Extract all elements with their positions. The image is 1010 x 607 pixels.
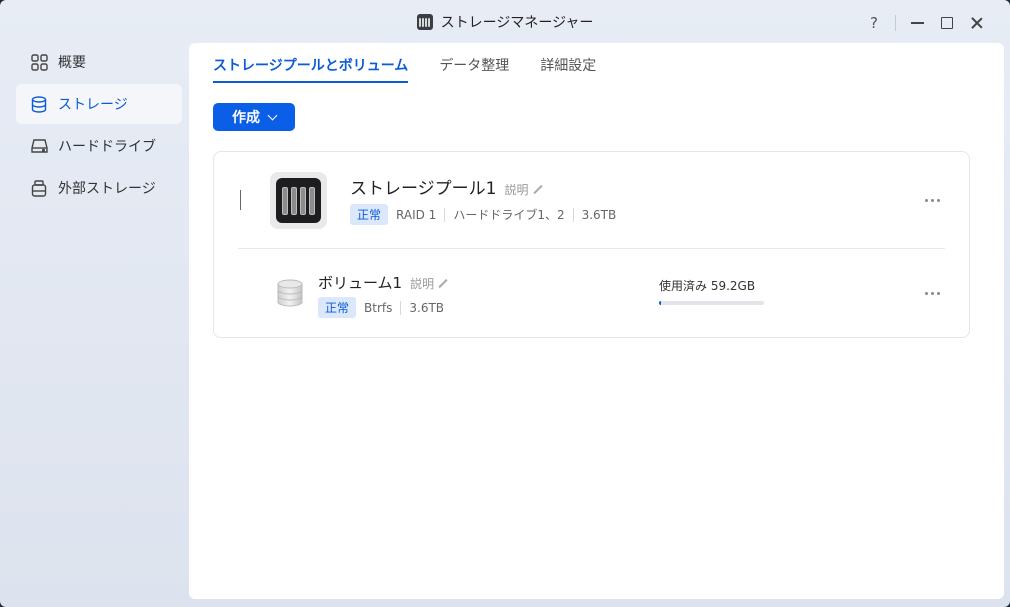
title-divider (895, 15, 896, 31)
pool-description-edit[interactable]: 説明 (504, 181, 542, 198)
tab-pools-and-volumes[interactable]: ストレージプールとボリューム (213, 43, 409, 83)
meta-divider (400, 300, 402, 315)
sidebar-item-storage[interactable]: ストレージ (16, 84, 182, 124)
chevron-down-icon (267, 110, 278, 120)
database-icon (30, 95, 48, 113)
window-title: ストレージマネージャー (440, 15, 594, 31)
sidebar-item-overview[interactable]: 概要 (16, 42, 182, 82)
tab-bar: ストレージプールとボリューム データ整理 詳細設定 (213, 43, 596, 83)
pencil-icon (438, 279, 448, 289)
sidebar-item-hard-drives[interactable]: ハードドライブ (16, 126, 182, 166)
volume-size: 3.6TB (409, 300, 445, 315)
volume-usage-label: 使用済み 59.2GB (659, 279, 756, 293)
close-icon (971, 17, 983, 29)
volume-usage-bar (659, 301, 764, 305)
minimize-button[interactable] (902, 12, 932, 34)
tab-data-organization[interactable]: データ整理 (439, 43, 509, 83)
pool-drives: ハードドライブ1、2 (453, 208, 565, 222)
card-divider (238, 248, 945, 249)
volume-usage-fill (659, 301, 661, 305)
volume-more-button[interactable] (925, 292, 940, 295)
volume-description-edit[interactable]: 説明 (410, 275, 448, 292)
external-storage-icon (30, 179, 48, 197)
maximize-icon (941, 17, 953, 29)
meta-divider (572, 207, 574, 222)
storage-pool-card: ストレージプール1 説明 正常 RAID 1 ハードドライブ1、2 3.6TB (213, 151, 970, 338)
pool-meta: 正常 RAID 1 ハードドライブ1、2 3.6TB (350, 204, 616, 225)
sidebar-item-label: 外部ストレージ (58, 181, 156, 197)
storage-manager-app-icon (416, 14, 433, 30)
sidebar: 概要 ストレージ ハードドライブ 外部ストレージ (16, 42, 182, 210)
volume-icon (277, 279, 303, 307)
volume-name: ボリューム1 (318, 274, 403, 292)
pool-name: ストレージプール1 (350, 179, 497, 199)
hard-drive-icon (30, 137, 48, 155)
pool-more-button[interactable] (925, 199, 940, 202)
sidebar-item-label: ストレージ (58, 97, 128, 113)
close-button[interactable] (962, 12, 992, 34)
tab-advanced-settings[interactable]: 詳細設定 (540, 43, 596, 83)
status-badge: 正常 (318, 297, 357, 318)
expand-toggle[interactable] (240, 190, 241, 210)
description-label: 説明 (504, 183, 529, 197)
volume-filesystem: Btrfs (364, 300, 393, 315)
pencil-icon (533, 185, 543, 195)
chevron-down-icon (240, 190, 241, 210)
create-button-label: 作成 (232, 110, 260, 126)
minimize-icon (910, 22, 924, 24)
maximize-button[interactable] (932, 12, 962, 34)
status-badge: 正常 (350, 204, 389, 225)
create-button[interactable]: 作成 (213, 103, 295, 131)
nas-icon (270, 172, 327, 229)
sidebar-item-label: ハードドライブ (58, 139, 156, 155)
meta-divider (444, 207, 446, 222)
title-bar[interactable]: ストレージマネージャー ? (0, 0, 1010, 44)
pool-raid: RAID 1 (396, 207, 437, 222)
main-panel: ストレージプールとボリューム データ整理 詳細設定 作成 ストレージプール1 説… (189, 43, 1004, 599)
storage-manager-window: ストレージマネージャー ? 概要 ストレージ ハードドライブ 外部ストレージ ス… (0, 0, 1010, 607)
help-button[interactable]: ? (859, 12, 889, 34)
volume-meta: 正常 Btrfs 3.6TB (318, 297, 444, 318)
pool-title-row: ストレージプール1 説明 (350, 174, 543, 199)
description-label: 説明 (410, 277, 435, 291)
pool-size: 3.6TB (581, 207, 617, 222)
sidebar-item-label: 概要 (58, 55, 86, 71)
volume-title-row: ボリューム1 説明 (318, 272, 448, 293)
sidebar-item-external-storage[interactable]: 外部ストレージ (16, 168, 182, 208)
grid-icon (30, 53, 48, 71)
